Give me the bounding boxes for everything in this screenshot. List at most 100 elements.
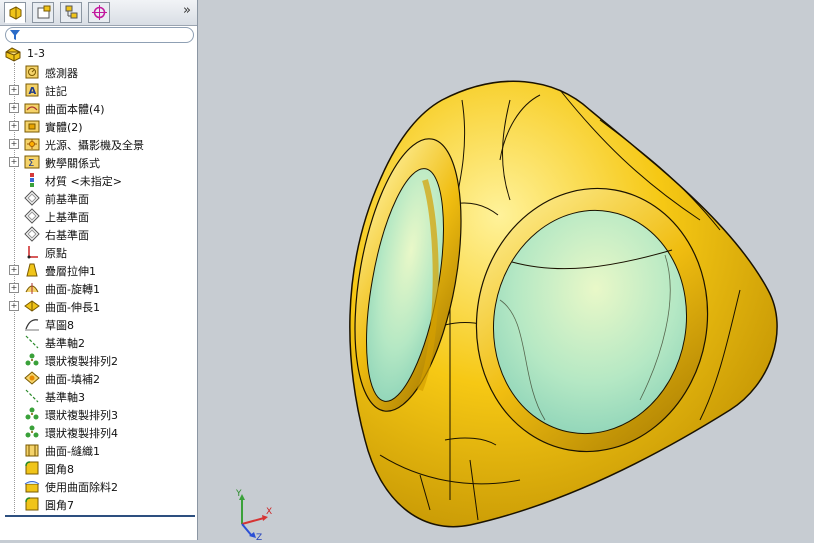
axis-icon: [25, 389, 39, 403]
tree-item[interactable]: 草圖8: [0, 315, 197, 333]
tab-configuration-manager[interactable]: [60, 2, 82, 23]
tree-item-label: 材質 <未指定>: [45, 175, 122, 188]
feature-tree-filter-input[interactable]: [5, 27, 194, 43]
tree-item-label: 註記: [45, 85, 67, 98]
expand-toggle-icon[interactable]: +: [9, 265, 19, 275]
tree-item-label: 前基準面: [45, 193, 89, 206]
tree-item-label: 環狀複製排列2: [45, 355, 118, 368]
panel-tab-bar: »: [0, 0, 197, 26]
circular-pattern-icon: [25, 407, 39, 420]
tree-item-label: 上基準面: [45, 211, 89, 224]
tree-item[interactable]: 圓角8: [0, 459, 197, 477]
feature-tree-icon: [9, 6, 22, 20]
graphics-area[interactable]: [198, 0, 814, 540]
solid-bodies-icon: [24, 120, 40, 133]
tree-item[interactable]: 原點: [0, 243, 197, 261]
tree-item[interactable]: 右基準面: [0, 225, 197, 243]
tree-item[interactable]: 圓角7: [0, 495, 197, 513]
tab-property-manager[interactable]: [32, 2, 54, 23]
tree-item[interactable]: + A 註記: [0, 81, 197, 99]
tree-item[interactable]: 環狀複製排列3: [0, 405, 197, 423]
equations-icon: Σ: [24, 155, 40, 169]
tree-item-label: 曲面-填補2: [45, 373, 100, 386]
material-icon: [30, 173, 34, 187]
surface-extrude-icon: [24, 300, 40, 312]
tree-item-label: 原點: [45, 247, 67, 260]
tree-item-label: 圓角8: [45, 463, 74, 476]
circular-pattern-icon: [25, 425, 39, 438]
y-axis-label: Y: [235, 489, 242, 499]
tree-item-label: 疊層拉伸1: [45, 265, 96, 278]
tree-item[interactable]: 曲面-縫織1: [0, 441, 197, 459]
expand-toggle-icon[interactable]: +: [9, 301, 19, 311]
sketch-icon: [25, 319, 39, 331]
tree-item[interactable]: + 曲面-伸長1: [0, 297, 197, 315]
plane-icon: [24, 226, 40, 242]
tree-item[interactable]: 曲面-填補2: [0, 369, 197, 387]
tree-item[interactable]: 基準軸2: [0, 333, 197, 351]
tree-item[interactable]: 感測器: [0, 63, 197, 81]
tab-feature-manager[interactable]: [4, 2, 26, 23]
tree-item-label: 曲面本體(4): [45, 103, 105, 116]
surface-knit-icon: [25, 444, 39, 457]
filter-funnel-icon: [10, 30, 20, 40]
tree-item-label: 曲面-旋轉1: [45, 283, 100, 296]
tree-item-label: 基準軸3: [45, 391, 85, 404]
configuration-manager-icon: [65, 5, 78, 19]
tree-item-label: 圓角7: [45, 499, 74, 512]
expand-toggle-icon[interactable]: +: [9, 85, 19, 95]
surface-bodies-icon: [24, 103, 40, 114]
z-axis-label: Z: [256, 533, 262, 540]
tree-item[interactable]: + 曲面本體(4): [0, 99, 197, 117]
expand-toggle-icon[interactable]: +: [9, 121, 19, 131]
tree-item[interactable]: + 疊層拉伸1: [0, 261, 197, 279]
fillet-icon: [25, 497, 39, 511]
tree-item-label: 環狀複製排列4: [45, 427, 118, 440]
tree-root-label: 1-3: [27, 47, 45, 60]
expand-toggle-icon[interactable]: +: [9, 139, 19, 149]
x-axis-arrow: [241, 517, 265, 525]
tree-item-label: 右基準面: [45, 229, 89, 242]
tree-item[interactable]: 前基準面: [0, 189, 197, 207]
dimxpert-icon: [92, 5, 107, 20]
plane-icon: [24, 208, 40, 224]
fillet-icon: [25, 461, 39, 475]
tree-item-label: 環狀複製排列3: [45, 409, 118, 422]
tree-item[interactable]: 基準軸3: [0, 387, 197, 405]
expand-toggle-icon[interactable]: +: [9, 283, 19, 293]
tree-item[interactable]: 環狀複製排列4: [0, 423, 197, 441]
lights-camera-icon: [24, 138, 40, 151]
tree-item[interactable]: 材質 <未指定>: [0, 171, 197, 189]
z-axis-arrow: [241, 523, 253, 537]
tree-item[interactable]: + 曲面-旋轉1: [0, 279, 197, 297]
sensor-icon: [25, 65, 39, 79]
tree-item-label: 使用曲面除料2: [45, 481, 118, 494]
view-triad: Y X Z: [235, 489, 272, 540]
feature-manager-panel: » 1-3 感測器 + A 註記 + 曲面本體(4) + 實體(2) + 光源、攝影機及全景 + Σ 數…: [0, 0, 198, 540]
tree-item-label: 數學關係式: [45, 157, 100, 170]
expand-toggle-icon[interactable]: +: [9, 103, 19, 113]
plane-icon: [24, 190, 40, 206]
tree-item[interactable]: + 光源、攝影機及全景: [0, 135, 197, 153]
tree-item[interactable]: 使用曲面除料2: [0, 477, 197, 495]
panel-bottom-border: [5, 515, 195, 517]
tab-dimxpert-manager[interactable]: [88, 2, 110, 23]
surface-cut-icon: [24, 481, 40, 493]
tree-item[interactable]: 環狀複製排列2: [0, 351, 197, 369]
expand-panel-chevron-icon[interactable]: »: [183, 3, 191, 18]
property-manager-icon: [37, 5, 51, 19]
expand-toggle-icon[interactable]: +: [9, 157, 19, 167]
tree-root-part[interactable]: 1-3: [0, 45, 197, 63]
tree-item[interactable]: 上基準面: [0, 207, 197, 225]
surface-fill-icon: [24, 371, 40, 385]
loft-icon: [26, 263, 38, 277]
tree-item-label: 曲面-伸長1: [45, 301, 100, 314]
tree-item[interactable]: + Σ 數學關係式: [0, 153, 197, 171]
circular-pattern-icon: [25, 353, 39, 366]
tree-item[interactable]: + 實體(2): [0, 117, 197, 135]
model-3d-view: [349, 80, 778, 528]
x-axis-label: X: [266, 507, 272, 517]
origin-icon: [27, 246, 38, 259]
svg-text:Σ: Σ: [28, 158, 34, 169]
tree-item-label: 感測器: [45, 67, 78, 80]
